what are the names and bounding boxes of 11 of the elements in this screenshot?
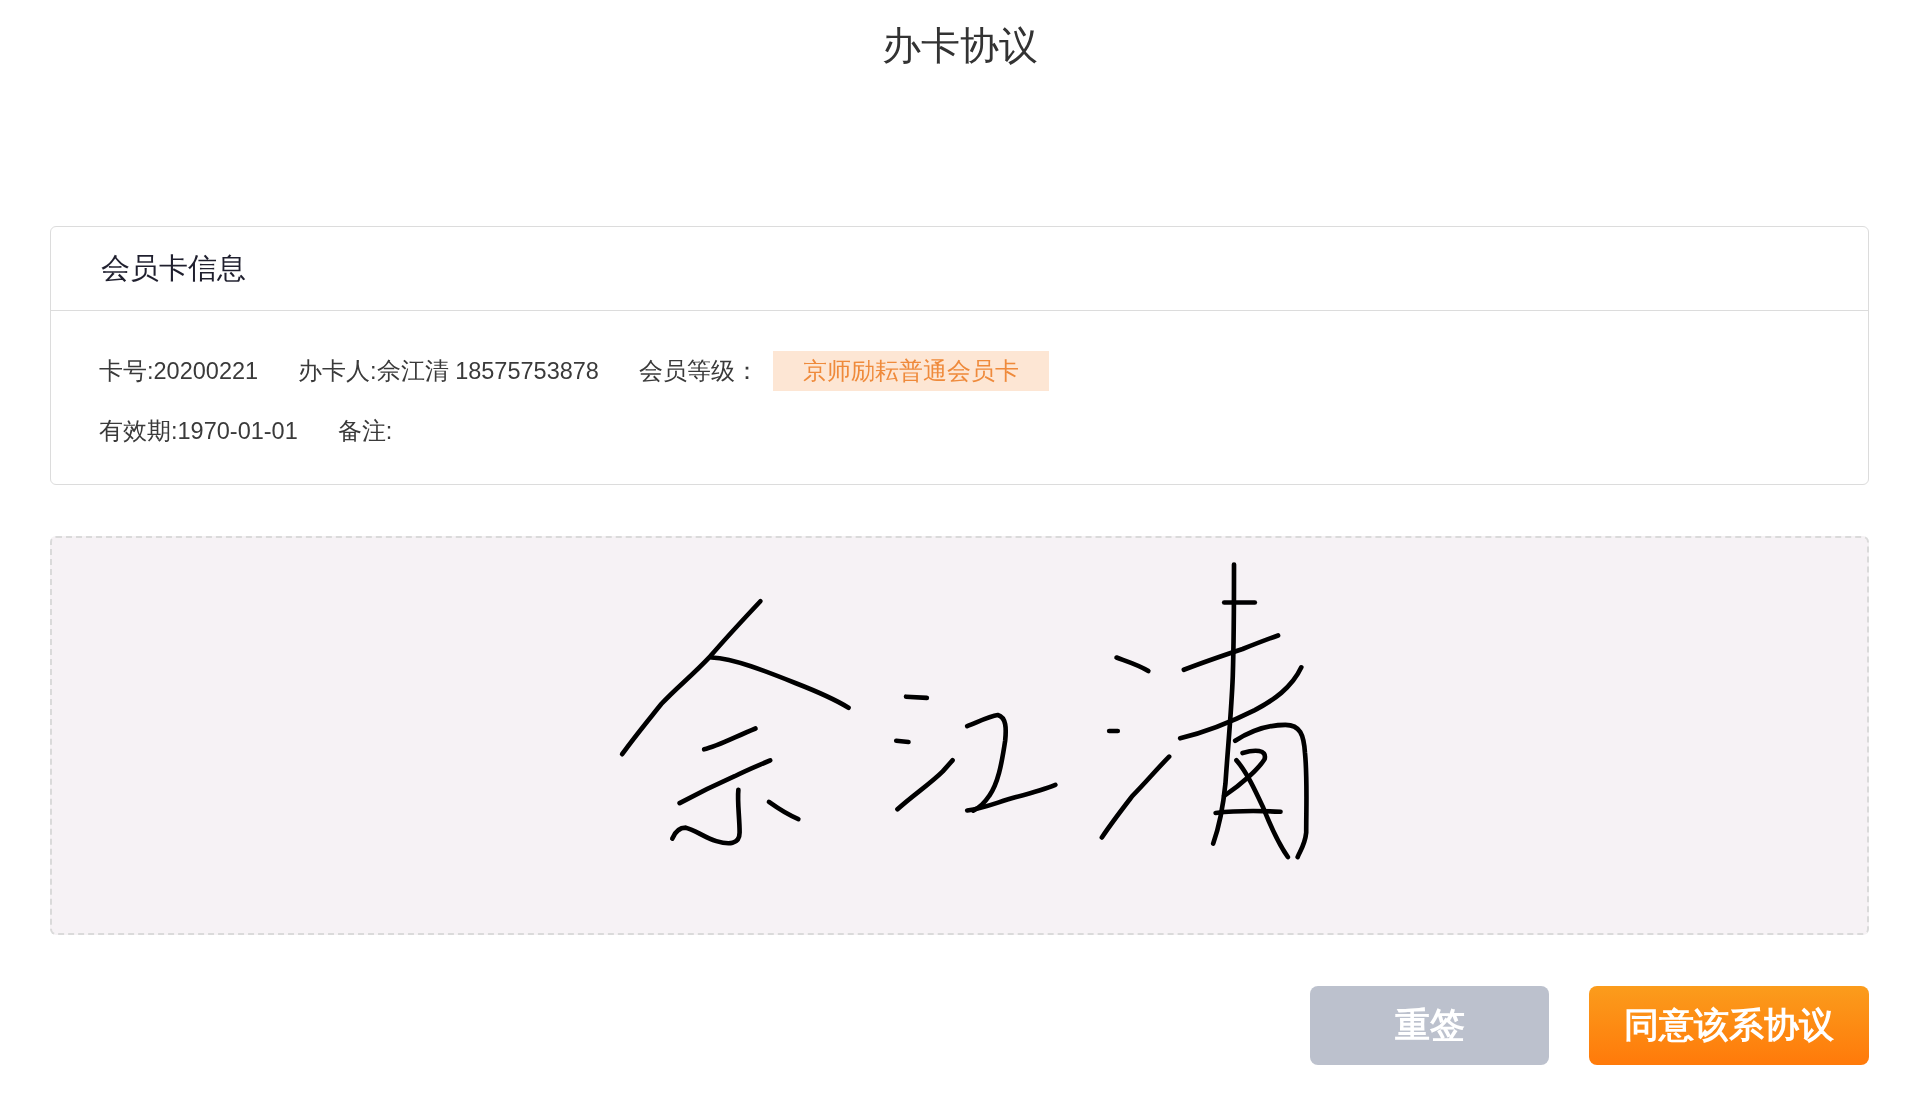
info-text: 会员等级： [638,357,759,386]
page-title: 办卡协议 [881,22,1038,69]
section-heading: 会员卡信息 [101,250,246,286]
resign-button[interactable]: 重签 [1310,986,1549,1065]
signature-pad[interactable] [50,536,1869,935]
info-text: 办卡人:佘江清 18575753878 [298,357,599,386]
member-level-tag: 京师励耘普通会员卡 [772,351,1049,391]
info-text: 有效期:1970-01-01 [99,417,298,446]
info-text: 备注: [337,417,393,446]
agree-button[interactable]: 同意该系协议 [1589,986,1869,1065]
info-text: 卡号:20200221 [99,357,259,386]
